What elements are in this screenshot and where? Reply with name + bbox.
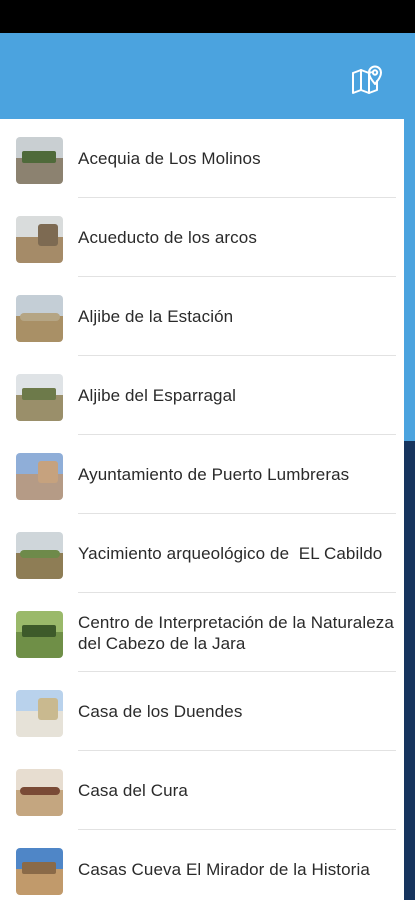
place-name: Casa de los Duendes <box>78 702 243 721</box>
place-thumbnail <box>16 611 63 658</box>
place-thumbnail <box>16 690 63 737</box>
list-item[interactable]: Ayuntamiento de Puerto Lumbreras <box>0 435 404 514</box>
place-name: Aljibe del Esparragal <box>78 386 237 405</box>
map-button[interactable] <box>351 63 385 95</box>
place-thumbnail <box>16 848 63 895</box>
status-bar <box>0 0 415 33</box>
list-item[interactable]: Aljibe de la Estación <box>0 277 404 356</box>
list-item[interactable]: Aljibe del Esparragal <box>0 356 404 435</box>
app-bar <box>0 33 415 119</box>
list-item[interactable]: Acequia de Los Molinos <box>0 119 404 198</box>
place-name: Yacimiento arqueológico de EL Cabildo <box>78 544 383 563</box>
place-thumbnail <box>16 453 63 500</box>
place-name: Casas Cueva El Mirador de la Historia <box>78 860 370 879</box>
place-thumbnail <box>16 769 63 816</box>
place-thumbnail <box>16 137 63 184</box>
list-item[interactable]: Casas Cueva El Mirador de la Historia <box>0 830 404 900</box>
list-item[interactable]: Acueducto de los arcos <box>0 198 404 277</box>
place-thumbnail <box>16 295 63 342</box>
place-name: Aljibe de la Estación <box>78 307 234 326</box>
scrollbar[interactable] <box>404 119 415 900</box>
place-thumbnail <box>16 374 63 421</box>
list-item[interactable]: Centro de Interpretación de la Naturalez… <box>0 593 404 672</box>
list-item[interactable]: Yacimiento arqueológico de EL Cabildo <box>0 514 404 593</box>
list-item[interactable]: Casa de los Duendes <box>0 672 404 751</box>
place-name: Centro de Interpretación de la Naturalez… <box>78 612 399 653</box>
place-name: Casa del Cura <box>78 781 188 800</box>
place-name: Ayuntamiento de Puerto Lumbreras <box>78 465 350 484</box>
scrollbar-thumb[interactable] <box>404 119 415 441</box>
place-name: Acequia de Los Molinos <box>78 149 261 168</box>
map-pin-icon <box>351 63 385 95</box>
place-name: Acueducto de los arcos <box>78 228 257 247</box>
places-list[interactable]: Acequia de Los Molinos Acueducto de los a… <box>0 119 404 900</box>
list-item[interactable]: Casa del Cura <box>0 751 404 830</box>
place-thumbnail <box>16 532 63 579</box>
place-thumbnail <box>16 216 63 263</box>
